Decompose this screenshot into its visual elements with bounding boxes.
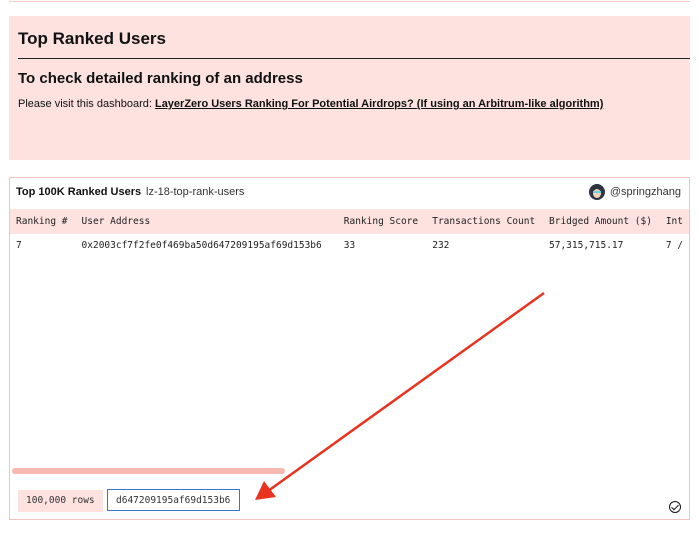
- results-table: Ranking # User Address Ranking Score Tra…: [10, 209, 689, 256]
- intro-text-prefix: Please visit this dashboard:: [18, 98, 155, 110]
- query-result-card: Top 100K Ranked Users lz-18-top-rank-use…: [9, 177, 690, 520]
- author-link[interactable]: @springzhang: [588, 184, 681, 200]
- cell-ranking-score: 33: [337, 234, 427, 256]
- table-row: 7 0x2003cf7f2fe0f469ba50d647209195af69d1…: [10, 234, 689, 256]
- column-header-int[interactable]: Int: [659, 209, 689, 234]
- row-count-badge: 100,000 rows: [18, 490, 103, 512]
- section-title: Top Ranked Users: [18, 29, 167, 48]
- cell-transactions-count: 232: [426, 234, 544, 256]
- results-table-container: Ranking # User Address Ranking Score Tra…: [10, 209, 689, 256]
- column-header-transactions-count[interactable]: Transactions Count: [426, 209, 544, 234]
- card-title[interactable]: Top 100K Ranked Users: [16, 186, 141, 198]
- column-header-ranking[interactable]: Ranking #: [10, 209, 76, 234]
- cell-ranking: 7: [10, 234, 76, 256]
- intro-paragraph: Please visit this dashboard: LayerZero U…: [18, 98, 603, 110]
- title-divider: [18, 58, 690, 59]
- top-divider: [9, 0, 690, 2]
- cell-bridged-amount: 57,315,715.17: [543, 234, 660, 256]
- card-header: Top 100K Ranked Users lz-18-top-rank-use…: [10, 178, 689, 208]
- avatar-icon: [588, 184, 605, 200]
- column-header-user-address[interactable]: User Address: [75, 209, 338, 234]
- check-circle-icon[interactable]: [669, 501, 681, 513]
- intro-text-card: Top Ranked Users To check detailed ranki…: [9, 16, 690, 160]
- author-name: @springzhang: [609, 186, 681, 198]
- table-header-row: Ranking # User Address Ranking Score Tra…: [10, 209, 689, 234]
- card-slug[interactable]: lz-18-top-rank-users: [146, 186, 244, 198]
- cell-int: 7 /: [659, 234, 689, 256]
- dashboard-link[interactable]: LayerZero Users Ranking For Potential Ai…: [155, 98, 603, 110]
- search-input[interactable]: [107, 489, 240, 511]
- horizontal-scrollbar[interactable]: [12, 468, 285, 474]
- column-header-bridged-amount[interactable]: Bridged Amount ($): [543, 209, 660, 234]
- cell-user-address: 0x2003cf7f2fe0f469ba50d647209195af69d153…: [75, 234, 338, 256]
- section-subtitle: To check detailed ranking of an address: [18, 70, 303, 87]
- column-header-ranking-score[interactable]: Ranking Score: [337, 209, 427, 234]
